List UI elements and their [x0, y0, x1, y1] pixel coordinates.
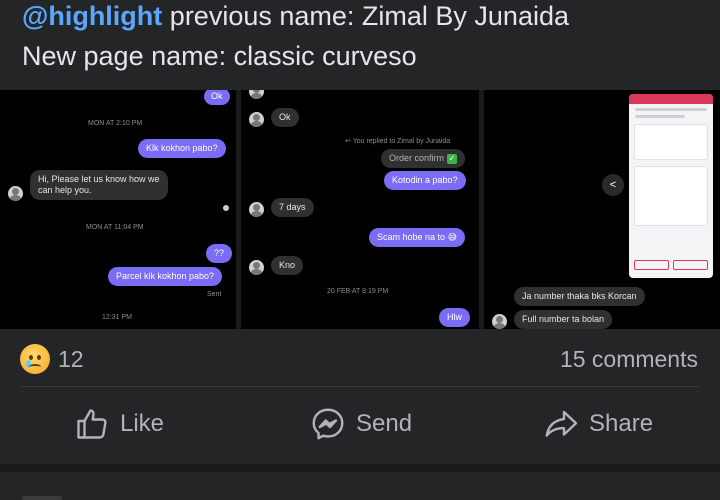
chat-bubble-received: Ja number thaka bks Korcan [514, 287, 645, 306]
reactions-bar: 12 15 comments [0, 330, 720, 386]
share-icon[interactable]: < [602, 174, 624, 196]
send-label: Send [356, 410, 413, 437]
post-separator [0, 464, 720, 472]
send-button[interactable]: Send [310, 404, 412, 444]
phone-buttons [634, 260, 708, 270]
chat-timestamp: MON AT 11:04 PM [86, 224, 144, 231]
avatar [249, 112, 264, 127]
chat-line: Hi, Please let us know how we [38, 174, 160, 184]
chat-timestamp: MON AT 2:10 PM [88, 120, 143, 127]
comments-count[interactable]: 15 comments [560, 346, 698, 373]
avatar [249, 90, 264, 99]
quoted-text: Order confirm [389, 153, 445, 163]
reply-note: ↩ You replied to Zimal by Junaida [345, 137, 450, 145]
reply-arrow-icon: ↩ [345, 138, 353, 145]
sent-label: Sent [207, 291, 222, 298]
post-actions: Like Send Share [0, 388, 720, 464]
share-label: Share [589, 410, 654, 437]
sad-face-icon[interactable] [20, 344, 50, 374]
chat-bubble-sent: Ok [204, 90, 230, 105]
reaction-count[interactable]: 12 [58, 346, 84, 373]
avatar [492, 314, 507, 329]
placeholder-row [635, 115, 685, 118]
thumbs-up-icon [77, 409, 107, 439]
chat-bubble-received: Full number ta bolan [514, 310, 613, 329]
post-line-1-text: previous name: Zimal By Junaida [162, 1, 569, 31]
grin-emoji-icon: 😅 [447, 232, 457, 242]
seen-indicator [223, 205, 229, 211]
app-header-bar [629, 94, 713, 104]
chat-timestamp: 12:31 PM [102, 314, 132, 321]
reply-note-text: You replied to Zimal by Junaida [352, 138, 451, 145]
screenshot-2[interactable]: Ok ↩ You replied to Zimal by Junaida Ord… [241, 90, 479, 329]
avatar [249, 202, 264, 217]
chat-bubble-sent: Scam hobe na to 😅 [369, 228, 465, 247]
order-card [634, 124, 708, 160]
post-line-2: New page name: classic curveso [22, 41, 417, 71]
post-line-1: @highlight previous name: Zimal By Junai… [22, 0, 569, 35]
chat-bubble-sent: Kotodin a pabo? [384, 171, 466, 190]
chat-bubble-sent: Klk kokhon pabo? [138, 139, 226, 158]
mention-link[interactable]: @highlight [22, 1, 162, 31]
screenshot-3[interactable]: < Ja number thaka bks Korcan Full number… [484, 90, 720, 329]
check-mark-icon: ✓ [447, 153, 458, 164]
order-details-card [634, 166, 708, 226]
chat-text: Scam hobe na to [377, 232, 446, 242]
chat-bubble-received: Kno [271, 256, 304, 275]
placeholder-row [635, 108, 707, 111]
chat-bubble-sent: Hlw [439, 308, 470, 327]
messenger-icon [312, 408, 344, 440]
screenshot-1[interactable]: Ok MON AT 2:10 PM Klk kokhon pabo? Hi, P… [0, 90, 236, 329]
like-button[interactable]: Like [74, 404, 164, 444]
divider [22, 386, 698, 387]
avatar [8, 186, 23, 201]
chat-bubble-received: 7 days [271, 198, 314, 217]
chat-bubble-sent: Parcel klk kokhon pabo? [108, 267, 223, 286]
like-label: Like [120, 410, 165, 437]
chat-line: can help you. [38, 185, 92, 195]
chat-bubble-received: Hi, Please let us know how we can help y… [30, 170, 168, 200]
chat-bubble-received: Ok [271, 108, 299, 127]
share-arrow-icon [545, 410, 578, 437]
next-post-stub [0, 472, 720, 500]
phone-screenshot [629, 94, 713, 278]
share-button[interactable]: Share [543, 404, 653, 444]
chat-timestamp: 20 FEB AT 8:19 PM [327, 288, 389, 295]
photo-gallery[interactable]: Ok MON AT 2:10 PM Klk kokhon pabo? Hi, P… [0, 90, 720, 329]
quoted-message: Order confirm ✓ [381, 149, 466, 168]
avatar [249, 260, 264, 275]
chat-bubble-sent: ?? [206, 244, 233, 263]
